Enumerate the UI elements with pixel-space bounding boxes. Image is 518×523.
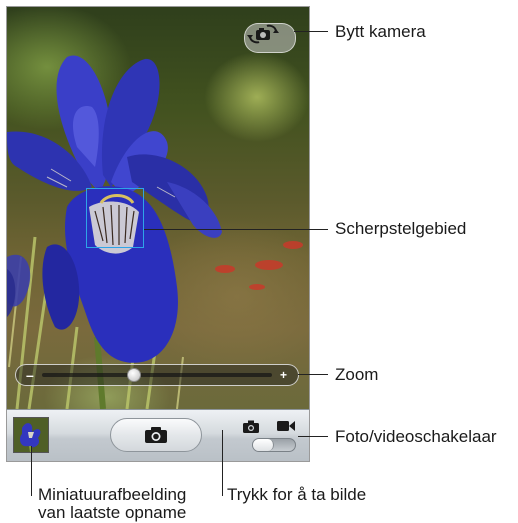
- shutter-button[interactable]: [110, 418, 202, 452]
- zoom-track[interactable]: [42, 373, 272, 377]
- leader-line-zoom: [298, 374, 328, 375]
- leader-line-thumbnail: [31, 446, 32, 496]
- callout-focus-area: Scherpstelgebied: [335, 219, 467, 238]
- leader-line-mode-switch: [298, 436, 328, 437]
- photo-video-switch-knob[interactable]: [253, 439, 274, 451]
- camera-icon: [243, 420, 259, 433]
- callout-shutter: Trykk for å ta bilde: [227, 485, 367, 504]
- callout-thumbnail-line2: van laatste opname: [38, 503, 187, 522]
- iris-flower-photo: [7, 55, 303, 409]
- callout-zoom: Zoom: [335, 365, 379, 384]
- camera-screen: – +: [6, 6, 310, 462]
- zoom-in-icon: +: [279, 368, 287, 382]
- camera-icon: [145, 427, 167, 443]
- focus-area-box: [86, 188, 144, 248]
- callout-thumbnail-line1: Miniatuurafbeelding: [38, 485, 187, 504]
- leader-line-switch-camera: [294, 31, 328, 32]
- zoom-out-icon: –: [26, 367, 34, 383]
- camera-toolbar: [7, 409, 309, 461]
- callout-mode-switch: Foto/videoschakelaar: [335, 427, 497, 446]
- leader-line-shutter: [222, 430, 223, 496]
- callout-switch-camera: Bytt kamera: [335, 22, 426, 41]
- zoom-slider[interactable]: – +: [15, 364, 299, 386]
- viewfinder[interactable]: – +: [7, 7, 309, 409]
- camera-rotate-icon: [247, 24, 279, 44]
- zoom-knob[interactable]: [127, 368, 141, 382]
- leader-line-focus-area: [144, 229, 328, 230]
- photo-video-switch[interactable]: [252, 438, 296, 452]
- switch-camera-button[interactable]: [244, 23, 296, 53]
- video-camera-icon: [277, 421, 295, 431]
